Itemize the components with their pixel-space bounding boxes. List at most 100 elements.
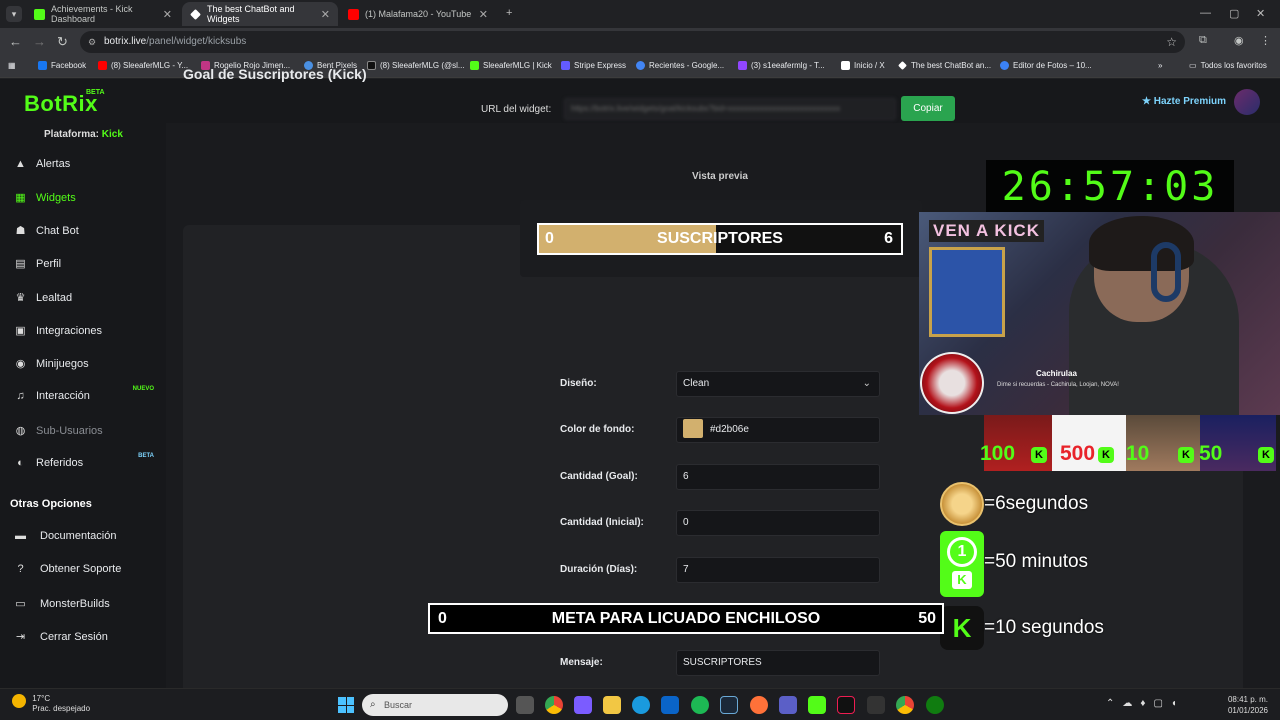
sidebar-item-chat-bot[interactable]: ☗ Chat Bot	[14, 224, 164, 238]
bookmark[interactable]: Stripe Express	[561, 61, 626, 70]
chrome-profile-icon[interactable]	[896, 696, 914, 714]
back-icon[interactable]: ←	[9, 34, 22, 49]
profile-icon[interactable]: ◉	[1234, 34, 1244, 47]
users-icon: ◍	[15, 425, 26, 437]
spotify-icon[interactable]	[691, 696, 709, 714]
user-avatar[interactable]	[1234, 89, 1260, 115]
field-value: 6	[683, 471, 689, 482]
monitor-icon: ▭	[15, 598, 26, 610]
bookmark[interactable]: (3) s1eeafermlg - T...	[738, 61, 825, 70]
text-field[interactable]: SUSCRIPTORES	[676, 650, 880, 676]
design-select[interactable]: Clean ⌄	[676, 371, 880, 397]
copilot-icon[interactable]	[574, 696, 592, 714]
bookmark[interactable]: Editor de Fotos – 10...	[1000, 61, 1092, 70]
tiktok-app-icon[interactable]	[837, 696, 855, 714]
tile-value: 50	[1199, 442, 1223, 465]
clock[interactable]: 08:41 p. m. 01/01/2026	[1228, 694, 1268, 716]
app-icon[interactable]	[867, 696, 885, 714]
id-card-icon: ▤	[15, 258, 26, 270]
widget-url-field[interactable]: https://botrix.live/widgets/goal/kicksub…	[564, 98, 896, 120]
tab-botrix[interactable]: The best ChatBot and Widgets ✕	[182, 2, 338, 26]
sidebar-item-referidos[interactable]: ◐ Referidos BETA	[14, 453, 164, 469]
headset-icon	[1151, 242, 1181, 302]
sidebar-item-label: Integraciones	[36, 324, 103, 337]
bookmark[interactable]: Facebook	[38, 61, 86, 70]
close-tab-icon[interactable]: ✕	[479, 8, 488, 21]
premium-button[interactable]: ★ Hazte Premium	[1142, 96, 1226, 107]
text-field[interactable]: 0	[676, 510, 880, 536]
extensions-icon[interactable]: ⧉	[1199, 34, 1207, 47]
sidebar-item-monsterbuilds[interactable]: ▭ MonsterBuilds	[14, 597, 164, 611]
apps-grid-icon[interactable]: ▦	[8, 61, 16, 70]
sidebar-item-lealtad[interactable]: ♛ Lealtad	[14, 291, 164, 305]
windows-taskbar: 17°C Prac. despejado ⌕ Buscar ⌃☁♦▢◖ 08:41 …	[0, 688, 1280, 720]
help-icon: ?	[17, 563, 24, 575]
goal2-title: META PARA LICUADO ENCHILOSO	[551, 610, 821, 627]
sidebar-item-interacci-n[interactable]: ♫ Interacción NUEVO	[14, 386, 164, 402]
text-field[interactable]: 6	[676, 464, 880, 490]
sidebar-item-sub-usuarios[interactable]: ◍ Sub-Usuarios	[14, 424, 164, 438]
bookmark[interactable]: Inicio / X	[841, 61, 885, 70]
color-swatch[interactable]	[683, 418, 703, 438]
sidebar-item-label: Chat Bot	[36, 224, 79, 237]
color-picker[interactable]: #d2b06e	[676, 417, 880, 443]
xbox-icon[interactable]	[926, 696, 944, 714]
tab-youtube[interactable]: (1) Malafama20 - YouTube ✕	[340, 2, 496, 26]
bookmark[interactable]: (8) SleeaferMLG - Y...	[98, 61, 188, 70]
new-tab-button[interactable]: +	[506, 7, 512, 19]
task-view-icon[interactable]	[516, 696, 534, 714]
edge-icon[interactable]	[632, 696, 650, 714]
sidebar-item-perfil[interactable]: ▤ Perfil	[14, 257, 164, 271]
weather-widget[interactable]: 17°C Prac. despejado	[12, 694, 90, 714]
platform-label: Plataforma:	[44, 129, 100, 140]
more-bookmarks-icon[interactable]: »	[1158, 61, 1162, 70]
bookmark-label: Facebook	[51, 61, 87, 70]
close-window-icon[interactable]: ✕	[1256, 7, 1265, 20]
sidebar-item-integraciones[interactable]: ▣ Integraciones	[14, 324, 164, 338]
sidebar-item-cerrar-sesi-n[interactable]: ⇥ Cerrar Sesión	[14, 630, 164, 644]
bookmark[interactable]: The best ChatBot an...	[898, 61, 991, 70]
address-bar[interactable]: ⚙ botrix.live/panel/widget/kicksubs ☆	[80, 31, 1185, 53]
restore-icon[interactable]: ▢	[1229, 7, 1239, 20]
windows-start-icon[interactable]	[338, 697, 354, 713]
forward-icon[interactable]: →	[33, 34, 46, 49]
sub-badge-icon: 1	[947, 537, 977, 567]
system-tray[interactable]: ⌃☁♦▢◖	[1106, 698, 1185, 709]
bookmark[interactable]: SleeaferMLG | Kick	[470, 61, 552, 70]
minimize-icon[interactable]: —	[1200, 7, 1211, 19]
site-info-icon[interactable]: ⚙	[88, 31, 96, 53]
bookmark[interactable]: (8) SleeaferMLG (@sl...	[367, 61, 465, 70]
url-host: botrix.live	[104, 36, 147, 47]
copy-button[interactable]: Copiar	[901, 96, 955, 121]
sidebar-item-documentaci-n[interactable]: ▬ Documentación	[14, 530, 164, 542]
tab-kick-dashboard[interactable]: Achievements - Kick Dashboard ✕	[26, 2, 180, 26]
close-tab-icon[interactable]: ✕	[163, 8, 172, 21]
kick-app-icon[interactable]	[808, 696, 826, 714]
taskbar-search[interactable]: ⌕ Buscar	[362, 694, 508, 716]
close-tab-icon[interactable]: ✕	[321, 8, 330, 21]
steam-icon[interactable]	[720, 696, 738, 714]
bookmark-star-icon[interactable]: ☆	[1166, 31, 1177, 53]
text-field[interactable]: 7	[676, 557, 880, 583]
file-explorer-icon[interactable]	[603, 696, 621, 714]
music-icon: ♫	[16, 390, 25, 402]
kick-k-icon: K	[952, 571, 972, 589]
all-bookmarks-folder[interactable]: ▭ Todos los favoritos	[1189, 61, 1267, 70]
sidebar-item-alertas[interactable]: ▲ Alertas	[14, 158, 164, 170]
beta-tag: BETA	[86, 89, 105, 96]
outlook-icon[interactable]	[661, 696, 679, 714]
sidebar-item-widgets[interactable]: ▦ Widgets	[14, 191, 164, 205]
tab-search-menu-button[interactable]: ▾	[6, 6, 22, 22]
firefox-icon[interactable]	[750, 696, 768, 714]
menu-kebab-icon[interactable]: ⋮	[1260, 34, 1271, 47]
bookmark-label: SleeaferMLG | Kick	[483, 61, 552, 70]
tile-value: 10	[1126, 442, 1150, 465]
bookmark[interactable]: Recientes - Google...	[636, 61, 724, 70]
sidebar-item-obtener-soporte[interactable]: ? Obtener Soporte	[14, 563, 164, 575]
sidebar-item-label: Cerrar Sesión	[40, 630, 108, 643]
chrome-icon[interactable]	[545, 696, 563, 714]
reload-icon[interactable]: ↻	[57, 34, 68, 50]
tile-value: 100	[980, 442, 1016, 465]
sidebar-item-minijuegos[interactable]: ◉ Minijuegos	[14, 357, 164, 371]
teams-icon[interactable]	[779, 696, 797, 714]
